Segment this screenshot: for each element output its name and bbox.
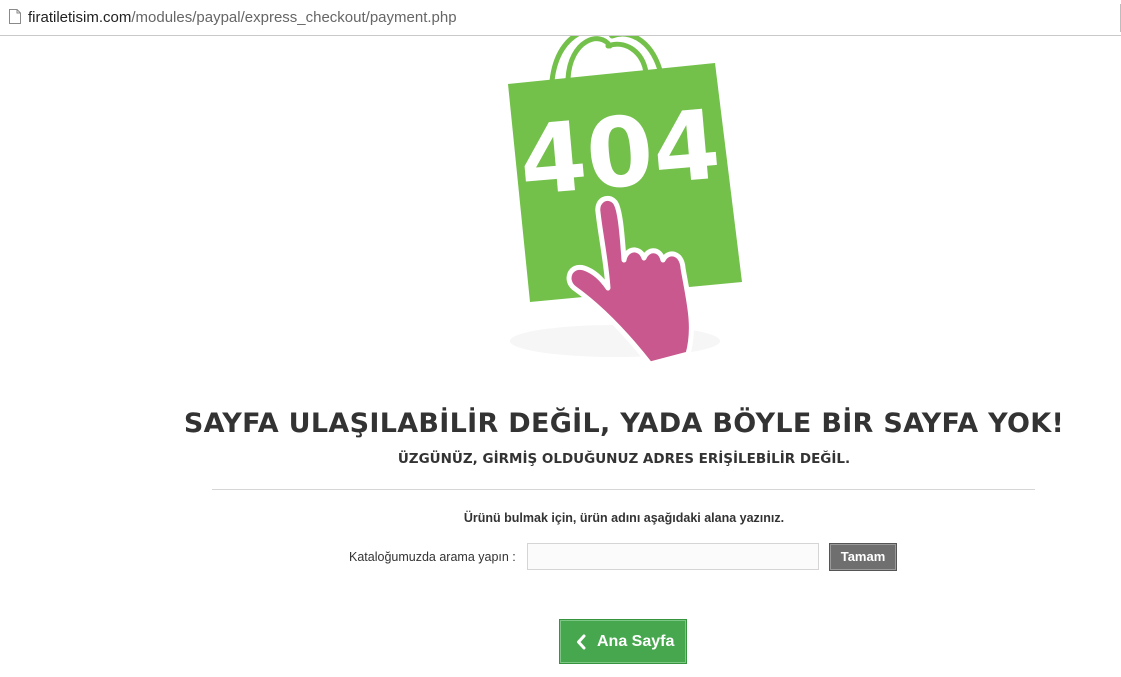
- url-path: /modules/paypal/express_checkout/payment…: [131, 9, 457, 26]
- url-host: firatiletisim.com: [28, 9, 132, 26]
- search-input[interactable]: [527, 543, 819, 570]
- home-button[interactable]: Ana Sayfa: [559, 619, 687, 664]
- search-form: Kataloğumuzda arama yapın : Tamam: [0, 543, 1121, 573]
- search-hint: Ürünü bulmak için, ürün adını aşağıdaki …: [463, 511, 785, 525]
- error-title: SAYFA ULAŞILABİLİR DEĞİL, YADA BÖYLE BİR…: [183, 408, 1065, 439]
- url-text[interactable]: firatiletisim.com/modules/paypal/express…: [28, 9, 457, 27]
- search-label: Kataloğumuzda arama yapın :: [349, 550, 516, 564]
- divider: [212, 489, 1035, 490]
- page-icon: [9, 9, 21, 24]
- 404-bag-illustration: 404: [508, 36, 742, 366]
- search-submit-button[interactable]: Tamam: [829, 543, 897, 571]
- address-bar[interactable]: firatiletisim.com/modules/paypal/express…: [0, 0, 1121, 36]
- error-subtitle: ÜZGÜNÜZ, GİRMİŞ OLDUĞUNUZ ADRES ERİŞİLEB…: [397, 451, 851, 467]
- chevron-left-icon: [577, 634, 586, 650]
- home-button-label: Ana Sayfa: [597, 633, 675, 650]
- bag-404-text: 404: [515, 88, 724, 217]
